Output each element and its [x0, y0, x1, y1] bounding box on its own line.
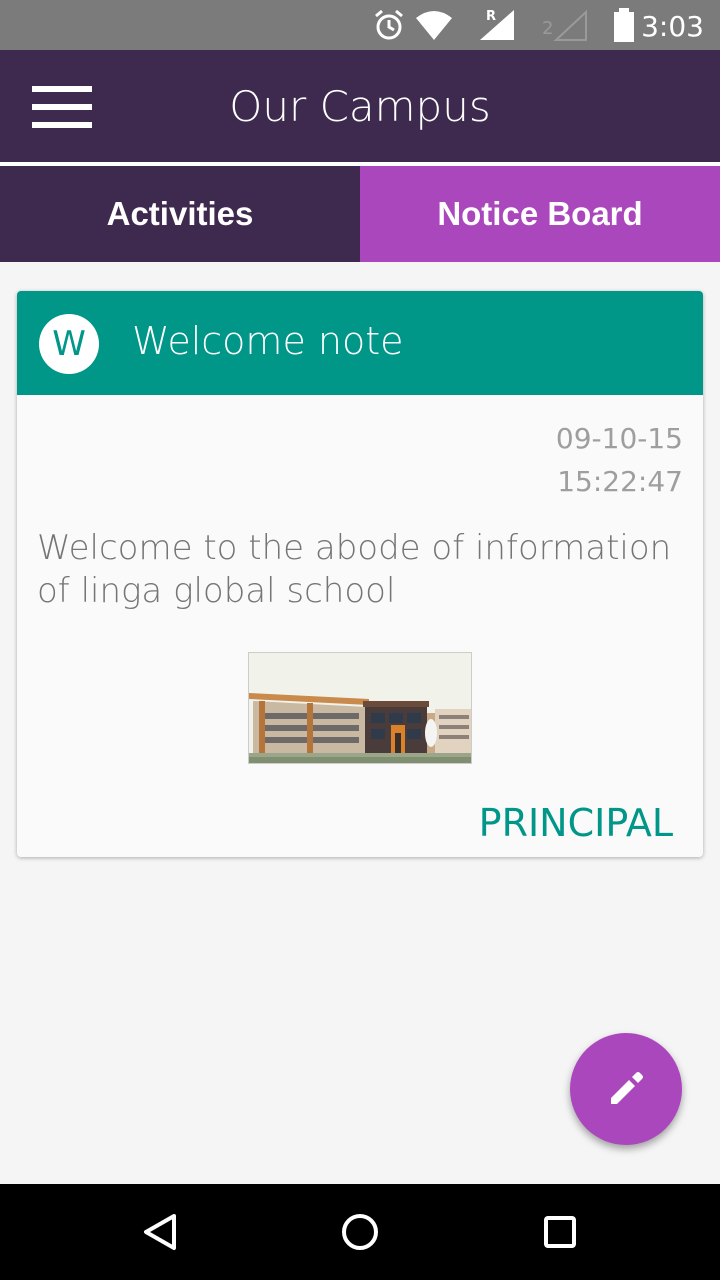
- avatar: W: [39, 314, 99, 374]
- alarm-icon: [375, 9, 403, 40]
- page-title: Our Campus: [229, 82, 491, 131]
- system-navigation-bar: [0, 1184, 720, 1280]
- wifi-icon: [416, 11, 452, 40]
- tab-notice-board[interactable]: Notice Board: [360, 166, 720, 262]
- pencil-icon: [611, 1072, 643, 1104]
- notice-date: 09-10-15: [555, 422, 683, 455]
- tab-bar: Activities Notice Board: [0, 166, 720, 262]
- notice-body: Welcome to the abode of information of l…: [37, 528, 672, 611]
- recents-icon[interactable]: [540, 1212, 580, 1252]
- signal-sim2-icon: 2: [542, 9, 587, 41]
- svg-text:R: R: [486, 9, 496, 24]
- notice-card-header: W Welcome note: [17, 291, 703, 395]
- status-bar: R 2 3:03: [0, 0, 720, 50]
- svg-text:2: 2: [542, 18, 553, 39]
- status-time: 3:03: [641, 10, 704, 43]
- notice-card[interactable]: W Welcome note 09-10-15 15:22:47 Welcome…: [17, 291, 703, 857]
- app-bar: Our Campus: [0, 50, 720, 162]
- battery-icon: [614, 8, 634, 42]
- school-building-image[interactable]: [248, 652, 472, 764]
- back-icon[interactable]: [140, 1212, 180, 1252]
- tab-activities[interactable]: Activities: [0, 166, 360, 262]
- signal-roaming-icon: R: [480, 9, 514, 40]
- notice-title: Welcome note: [132, 319, 404, 363]
- school-building-illustration: [249, 653, 471, 763]
- compose-fab-button[interactable]: [570, 1033, 682, 1145]
- notice-timestamp: 09-10-15 15:22:47: [556, 417, 683, 503]
- home-icon[interactable]: [340, 1212, 380, 1252]
- notice-author: PRINCIPAL: [478, 801, 673, 845]
- notice-time: 15:22:47: [557, 465, 683, 498]
